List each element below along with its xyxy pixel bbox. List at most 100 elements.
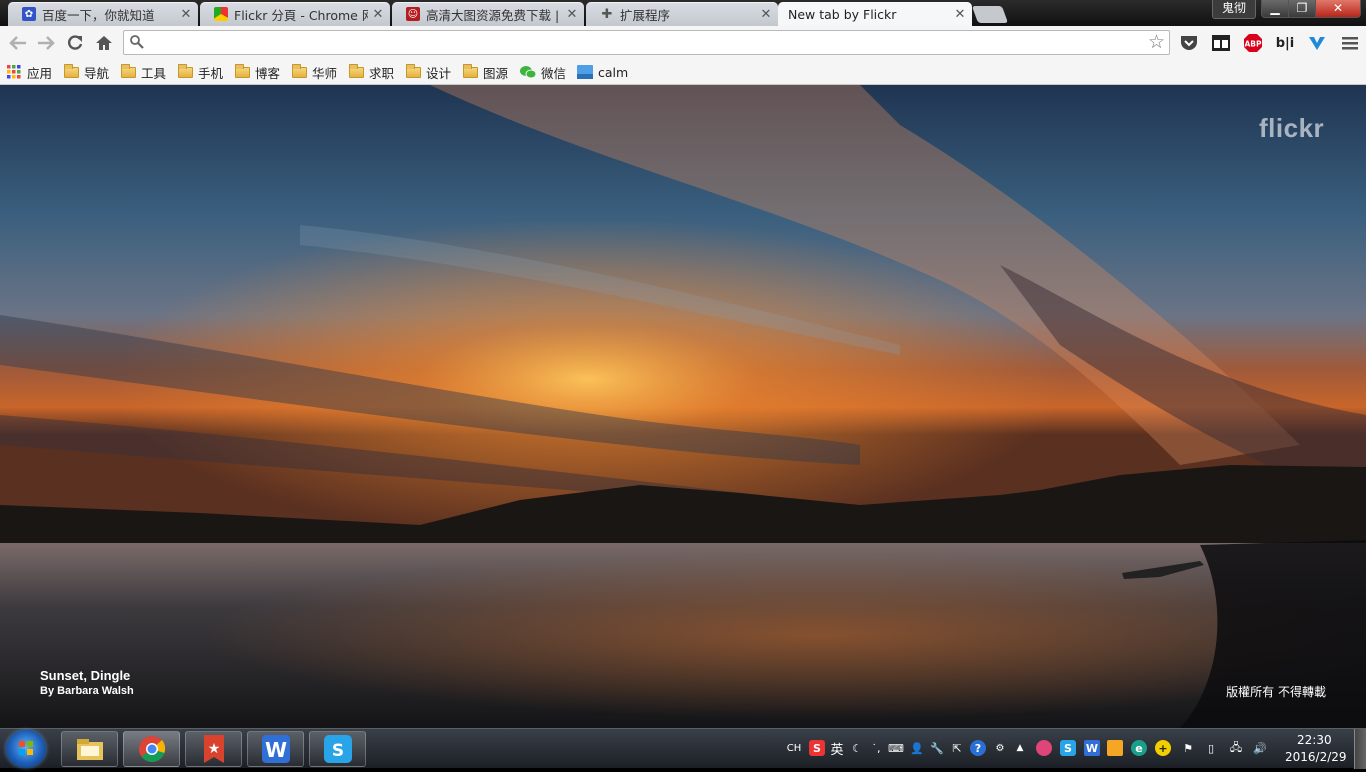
tab-flickr-webstore[interactable]: Flickr 分頁 - Chrome 网上 ✕ bbox=[200, 2, 390, 26]
bookmark-calm[interactable]: calm bbox=[577, 62, 628, 82]
new-tab-button[interactable] bbox=[971, 6, 1009, 23]
bookmark-folder-tools[interactable]: 工具 bbox=[121, 62, 166, 82]
tray-sogou-icon[interactable]: S bbox=[1060, 740, 1076, 756]
wechat-icon bbox=[520, 66, 536, 79]
puzzle-piece-icon: ✚ bbox=[601, 6, 613, 22]
taskbar-file-explorer[interactable] bbox=[61, 731, 118, 767]
folder-icon bbox=[463, 63, 478, 78]
tab-extensions[interactable]: ✚ 扩展程序 ✕ bbox=[586, 2, 778, 26]
sogou-ime-icon[interactable]: S bbox=[809, 740, 825, 756]
bookmark-folder-image-sources[interactable]: 图源 bbox=[463, 62, 508, 82]
start-button[interactable] bbox=[6, 730, 46, 768]
clock-date[interactable]: 2016/2/29 bbox=[1285, 750, 1347, 764]
usb-device-icon[interactable]: ▯ bbox=[1203, 740, 1219, 756]
tab-hd-images[interactable]: ☺ 高清大图资源免费下载 | B ✕ bbox=[392, 2, 584, 26]
bookmark-star-icon[interactable]: ☆ bbox=[1148, 31, 1165, 54]
taskbar-wps-writer[interactable]: W bbox=[247, 731, 304, 767]
help-icon[interactable]: ? bbox=[970, 740, 986, 756]
tab-baidu[interactable]: ✿ 百度一下，你就知道 ✕ bbox=[8, 2, 198, 26]
svg-text:★: ★ bbox=[207, 741, 220, 757]
wps-writer-icon: W bbox=[261, 735, 290, 763]
bookmark-wechat[interactable]: 微信 bbox=[520, 62, 566, 82]
clock-time[interactable]: 22:30 bbox=[1297, 733, 1332, 747]
search-icon bbox=[130, 35, 144, 49]
close-icon[interactable]: ✕ bbox=[954, 7, 966, 22]
calm-icon bbox=[577, 65, 593, 79]
bookmark-folder-nav[interactable]: 导航 bbox=[64, 62, 109, 82]
back-button[interactable] bbox=[6, 31, 30, 55]
punctuation-icon[interactable]: ˙, bbox=[868, 740, 884, 756]
folder-icon bbox=[64, 63, 79, 78]
bookmark-label: 图源 bbox=[483, 65, 509, 81]
bookmark-folder-blog[interactable]: 博客 bbox=[235, 62, 280, 82]
address-input[interactable] bbox=[148, 33, 1142, 54]
show-hidden-icons-icon[interactable]: ▲ bbox=[1012, 740, 1028, 756]
close-icon[interactable]: ✕ bbox=[180, 7, 192, 22]
bookmark-label: 华师 bbox=[312, 65, 338, 81]
tab-label: Flickr 分頁 - Chrome 网上 bbox=[234, 7, 368, 23]
reload-button[interactable] bbox=[63, 31, 87, 55]
folder-icon bbox=[349, 63, 364, 78]
minimize-button[interactable]: ▁ bbox=[1261, 0, 1289, 18]
user-icon[interactable]: 👤 bbox=[909, 740, 925, 756]
tab-label: New tab by Flickr bbox=[788, 6, 897, 22]
action-center-flag-icon[interactable]: ⚑ bbox=[1180, 740, 1196, 756]
tray-360-safe-icon[interactable]: + bbox=[1155, 740, 1171, 756]
share-icon[interactable]: ⇱ bbox=[949, 740, 965, 756]
sogou-app-icon: S bbox=[323, 735, 352, 763]
chrome-icon bbox=[138, 736, 165, 762]
forward-button[interactable] bbox=[34, 31, 58, 55]
home-button[interactable] bbox=[92, 31, 116, 55]
tray-app-orange-icon[interactable] bbox=[1107, 740, 1123, 756]
bookmark-apps[interactable]: 应用 bbox=[7, 62, 52, 82]
reload-icon bbox=[68, 35, 83, 50]
soft-keyboard-icon[interactable]: ⌨ bbox=[888, 740, 904, 756]
tray-ime-mode[interactable]: 英 bbox=[829, 740, 845, 758]
wrench-icon[interactable]: 🔧 bbox=[929, 740, 945, 756]
bookmark-label: 应用 bbox=[27, 65, 53, 81]
vimium-icon[interactable] bbox=[1307, 33, 1327, 53]
taskbar-sogou[interactable]: S bbox=[309, 731, 366, 767]
close-window-button[interactable]: ✕ bbox=[1315, 0, 1361, 18]
photo-author[interactable]: By Barbara Walsh bbox=[40, 685, 134, 697]
pocket-icon[interactable] bbox=[1179, 33, 1199, 53]
close-icon[interactable]: ✕ bbox=[760, 7, 772, 22]
flickr-logo[interactable]: flickr bbox=[1259, 113, 1324, 144]
sunset-photo bbox=[0, 85, 1366, 728]
profile-button[interactable]: 鬼彻 bbox=[1212, 0, 1256, 19]
bookmark-folder-mobile[interactable]: 手机 bbox=[178, 62, 223, 82]
volume-icon[interactable]: 🔊 bbox=[1252, 740, 1268, 756]
tab-label: 百度一下，你就知道 bbox=[42, 7, 155, 23]
close-icon[interactable]: ✕ bbox=[566, 7, 578, 22]
panda-icon[interactable] bbox=[1211, 33, 1231, 53]
half-width-icon[interactable]: ☾ bbox=[849, 740, 865, 756]
tray-wps-icon[interactable]: W bbox=[1084, 740, 1100, 756]
chrome-webstore-icon bbox=[214, 7, 228, 21]
tray-app-pink-icon[interactable] bbox=[1036, 740, 1052, 756]
maximize-button[interactable]: ❐ bbox=[1288, 0, 1316, 18]
tab-new-tab-flickr[interactable]: New tab by Flickr ✕ bbox=[778, 2, 972, 26]
new-tab-page: flickr Sunset, Dingle By Barbara Walsh 版… bbox=[0, 85, 1366, 728]
bookmark-folder-huashi[interactable]: 华师 bbox=[292, 62, 337, 82]
ime-settings-icon[interactable]: ⚙ bbox=[992, 740, 1008, 756]
tab-label: 高清大图资源免费下载 | B bbox=[426, 7, 562, 23]
bookmark-label: 博客 bbox=[255, 65, 281, 81]
show-desktop-button[interactable] bbox=[1354, 729, 1366, 769]
network-icon[interactable]: 🖧 bbox=[1228, 740, 1244, 756]
tab-strip: ✿ 百度一下，你就知道 ✕ Flickr 分頁 - Chrome 网上 ✕ ☺ … bbox=[0, 0, 1366, 26]
taskbar-chrome[interactable] bbox=[123, 731, 180, 767]
bookmark-folder-jobs[interactable]: 求职 bbox=[349, 62, 394, 82]
bookmark-folder-design[interactable]: 设计 bbox=[406, 62, 451, 82]
bookmark-label: 工具 bbox=[141, 65, 167, 81]
photo-title[interactable]: Sunset, Dingle bbox=[40, 668, 130, 683]
close-icon[interactable]: ✕ bbox=[372, 7, 384, 22]
chrome-menu-icon[interactable] bbox=[1340, 33, 1360, 53]
bilibili-icon[interactable]: b|i bbox=[1275, 33, 1295, 53]
bookmark-label: calm bbox=[598, 64, 629, 80]
taskbar-wunderlist[interactable]: ★ bbox=[185, 731, 242, 767]
folder-icon bbox=[178, 63, 193, 78]
tray-360-browser-icon[interactable]: e bbox=[1131, 740, 1147, 756]
address-bar[interactable]: ☆ bbox=[123, 30, 1170, 55]
adblock-plus-icon[interactable]: ABP bbox=[1243, 33, 1263, 53]
tray-language[interactable]: CH bbox=[786, 740, 802, 756]
